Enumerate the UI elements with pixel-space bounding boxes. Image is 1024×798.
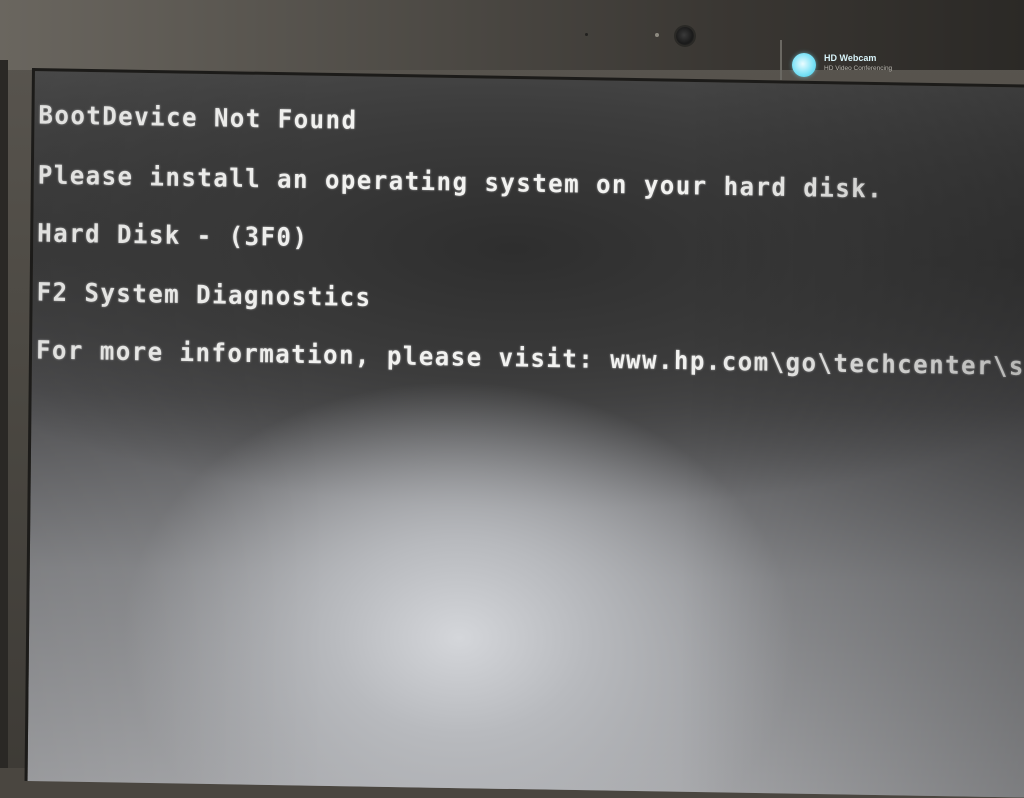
microphone-icon xyxy=(585,33,588,36)
diagnostics-hint: F2 System Diagnostics xyxy=(36,277,372,313)
install-os-message: Please install an operating system on yo… xyxy=(37,160,884,204)
webcam-badge-subtitle: HD Video Conferencing xyxy=(824,65,893,72)
webcam-led-icon xyxy=(655,33,659,37)
webcam-lens-icon xyxy=(676,27,694,45)
error-title: BootDevice Not Found xyxy=(38,100,358,136)
webcam-badge-title: HD Webcam xyxy=(824,53,877,63)
badge-divider xyxy=(780,40,782,80)
more-info-url: For more information, please visit: www.… xyxy=(35,335,1024,383)
hard-disk-error-code: Hard Disk - (3F0) xyxy=(37,218,309,253)
bezel-left-edge xyxy=(0,60,8,768)
webcam-badge: HD Webcam HD Video Conferencing xyxy=(780,40,920,82)
bios-screen: BootDevice Not Found Please install an o… xyxy=(24,68,1024,798)
webcam-logo-icon xyxy=(792,53,816,77)
